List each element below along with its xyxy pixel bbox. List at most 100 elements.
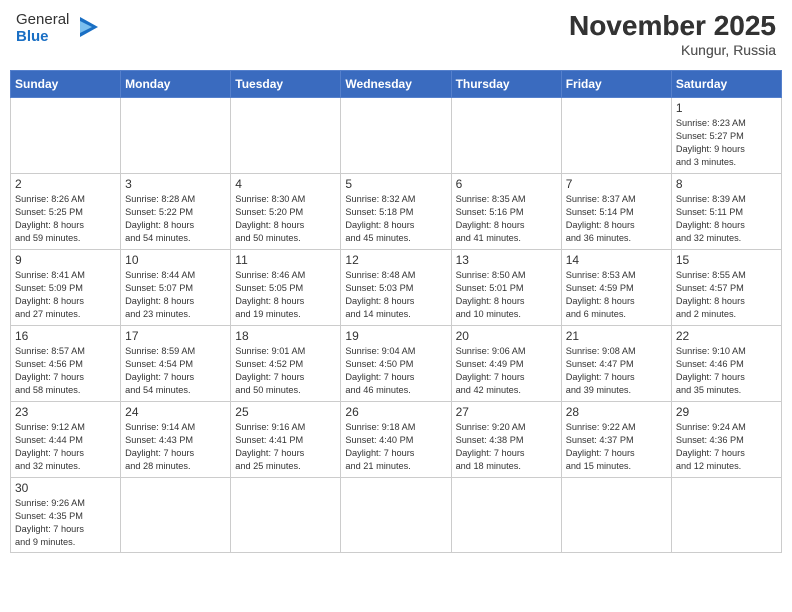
day-number: 1 <box>676 101 777 115</box>
weekday-saturday: Saturday <box>671 71 781 98</box>
calendar-table: Sunday Monday Tuesday Wednesday Thursday… <box>10 70 782 553</box>
day-info: Sunrise: 9:22 AMSunset: 4:37 PMDaylight:… <box>566 421 667 473</box>
weekday-monday: Monday <box>121 71 231 98</box>
table-cell-17: 12Sunrise: 8:48 AMSunset: 5:03 PMDayligh… <box>341 250 451 326</box>
table-cell-15: 10 Sunrise: 8:44 AMSunset: 5:07 PMDayligh… <box>121 250 231 326</box>
day-number: 25 <box>235 405 336 419</box>
table-cell-18: 13 Sunrise: 8:50 AMSunset: 5:01 PMDayligh… <box>451 250 561 326</box>
day-info: Sunrise: 9:10 AMSunset: 4:46 PMDaylight:… <box>676 345 777 397</box>
day-info: Sunrise: 8:32 AMSunset: 5:18 PMDaylight:… <box>345 193 446 245</box>
table-cell-28: 23 Sunrise: 9:12 AMSunset: 4:44 PMDayligh… <box>11 402 121 478</box>
day-info: Sunrise: 9:12 AMSunset: 4:44 PMDaylight:… <box>15 421 116 473</box>
table-cell-23: 18Sunrise: 9:01 AMSunset: 4:52 PMDayligh… <box>231 326 341 402</box>
weekday-tuesday: Tuesday <box>231 71 341 98</box>
table-cell-32: 27Sunrise: 9:20 AMSunset: 4:38 PMDayligh… <box>451 402 561 478</box>
day-info: Sunrise: 8:53 AMSunset: 4:59 PMDaylight:… <box>566 269 667 321</box>
table-cell-41 <box>671 478 781 553</box>
table-cell-4 <box>451 98 561 174</box>
table-cell-3 <box>341 98 451 174</box>
blue-triangle-icon <box>72 13 100 41</box>
weekday-wednesday: Wednesday <box>341 71 451 98</box>
location-visible: Kungur, Russia <box>569 42 776 58</box>
table-cell-10: 5 Sunrise: 8:32 AMSunset: 5:18 PMDaylight… <box>341 174 451 250</box>
day-info: Sunrise: 9:20 AMSunset: 4:38 PMDaylight:… <box>456 421 557 473</box>
day-info: Sunrise: 9:18 AMSunset: 4:40 PMDaylight:… <box>345 421 446 473</box>
table-cell-26: 21 Sunrise: 9:08 AMSunset: 4:47 PMDayligh… <box>561 326 671 402</box>
day-info: Sunrise: 8:37 AMSunset: 5:14 PMDaylight:… <box>566 193 667 245</box>
day-number: 21 <box>566 329 667 343</box>
day-number: 28 <box>566 405 667 419</box>
weekday-sunday: Sunday <box>11 71 121 98</box>
table-cell-21: 16Sunrise: 8:57 AMSunset: 4:56 PMDayligh… <box>11 326 121 402</box>
day-info: Sunrise: 8:50 AMSunset: 5:01 PMDaylight:… <box>456 269 557 321</box>
day-number: 19 <box>345 329 446 343</box>
day-number: 13 <box>456 253 557 267</box>
day-info: Sunrise: 9:24 AMSunset: 4:36 PMDaylight:… <box>676 421 777 473</box>
day-number: 11 <box>235 253 336 267</box>
day-number: 9 <box>15 253 116 267</box>
table-cell-35: 30 Sunrise: 9:26 AMSunset: 4:35 PMDayligh… <box>11 478 121 553</box>
weekday-thursday: Thursday <box>451 71 561 98</box>
day-number: 8 <box>676 177 777 191</box>
day-number: 14 <box>566 253 667 267</box>
day-info: Sunrise: 8:48 AMSunset: 5:03 PMDaylight:… <box>345 269 446 321</box>
table-cell-1 <box>121 98 231 174</box>
day-info: Sunrise: 8:35 AMSunset: 5:16 PMDaylight:… <box>456 193 557 245</box>
table-cell-34: 29 Sunrise: 9:24 AMSunset: 4:36 PMDayligh… <box>671 402 781 478</box>
table-cell-38 <box>341 478 451 553</box>
day-info: Sunrise: 8:23 AMSunset: 5:27 PMDaylight:… <box>676 117 777 169</box>
day-info: Sunrise: 8:39 AMSunset: 5:11 PMDaylight:… <box>676 193 777 245</box>
month-year-visible: November 2025 <box>569 10 776 42</box>
table-cell-20: 15Sunrise: 8:55 AMSunset: 4:57 PMDayligh… <box>671 250 781 326</box>
day-info: Sunrise: 9:14 AMSunset: 4:43 PMDaylight:… <box>125 421 226 473</box>
day-number: 20 <box>456 329 557 343</box>
day-number: 24 <box>125 405 226 419</box>
day-number: 2 <box>15 177 116 191</box>
table-cell-24: 19 Sunrise: 9:04 AMSunset: 4:50 PMDayligh… <box>341 326 451 402</box>
table-cell-37 <box>231 478 341 553</box>
table-cell-27: 22 Sunrise: 9:10 AMSunset: 4:46 PMDayligh… <box>671 326 781 402</box>
day-number: 29 <box>676 405 777 419</box>
title-block-visible: November 2025 Kungur, Russia <box>569 10 776 58</box>
day-number: 4 <box>235 177 336 191</box>
day-info: Sunrise: 8:57 AMSunset: 4:56 PMDaylight:… <box>15 345 116 397</box>
table-cell-25: 20 Sunrise: 9:06 AMSunset: 4:49 PMDayligh… <box>451 326 561 402</box>
day-info: Sunrise: 8:26 AMSunset: 5:25 PMDaylight:… <box>15 193 116 245</box>
table-cell-8: 3 Sunrise: 8:28 AMSunset: 5:22 PMDaylight… <box>121 174 231 250</box>
day-info: Sunrise: 9:01 AMSunset: 4:52 PMDaylight:… <box>235 345 336 397</box>
day-number: 26 <box>345 405 446 419</box>
day-info: Sunrise: 9:26 AMSunset: 4:35 PMDaylight:… <box>15 497 116 549</box>
table-cell-7: 2 Sunrise: 8:26 AMSunset: 5:25 PMDaylight… <box>11 174 121 250</box>
day-number: 22 <box>676 329 777 343</box>
day-info: Sunrise: 9:06 AMSunset: 4:49 PMDaylight:… <box>456 345 557 397</box>
day-number: 10 <box>125 253 226 267</box>
table-cell-12: 7Sunrise: 8:37 AMSunset: 5:14 PMDaylight… <box>561 174 671 250</box>
day-number: 17 <box>125 329 226 343</box>
table-cell-30: 25 Sunrise: 9:16 AMSunset: 4:41 PMDayligh… <box>231 402 341 478</box>
day-info: Sunrise: 9:16 AMSunset: 4:41 PMDaylight:… <box>235 421 336 473</box>
day-info: Sunrise: 8:30 AMSunset: 5:20 PMDaylight:… <box>235 193 336 245</box>
day-info: Sunrise: 9:04 AMSunset: 4:50 PMDaylight:… <box>345 345 446 397</box>
day-number: 23 <box>15 405 116 419</box>
day-number: 6 <box>456 177 557 191</box>
table-cell-14: 9Sunrise: 8:41 AMSunset: 5:09 PMDaylight… <box>11 250 121 326</box>
day-info: Sunrise: 8:46 AMSunset: 5:05 PMDaylight:… <box>235 269 336 321</box>
day-info: Sunrise: 8:28 AMSunset: 5:22 PMDaylight:… <box>125 193 226 245</box>
day-number: 5 <box>345 177 446 191</box>
table-cell-31: 26 Sunrise: 9:18 AMSunset: 4:40 PMDayligh… <box>341 402 451 478</box>
day-number: 3 <box>125 177 226 191</box>
table-cell-16: 11 Sunrise: 8:46 AMSunset: 5:05 PMDayligh… <box>231 250 341 326</box>
table-cell-19: 14 Sunrise: 8:53 AMSunset: 4:59 PMDayligh… <box>561 250 671 326</box>
day-info: Sunrise: 9:08 AMSunset: 4:47 PMDaylight:… <box>566 345 667 397</box>
day-number: 15 <box>676 253 777 267</box>
table-cell-36 <box>121 478 231 553</box>
table-cell-29: 24 Sunrise: 9:14 AMSunset: 4:43 PMDayligh… <box>121 402 231 478</box>
table-cell-0 <box>11 98 121 174</box>
day-info: Sunrise: 8:59 AMSunset: 4:54 PMDaylight:… <box>125 345 226 397</box>
table-cell-2 <box>231 98 341 174</box>
day-info: Sunrise: 8:44 AMSunset: 5:07 PMDaylight:… <box>125 269 226 321</box>
calendar-wrap: Sunday Monday Tuesday Wednesday Thursday… <box>0 70 792 612</box>
calendar-page: General Blue General Blue November 2025 … <box>0 0 792 612</box>
day-number: 30 <box>15 481 116 495</box>
table-cell-22: 17 Sunrise: 8:59 AMSunset: 4:54 PMDayligh… <box>121 326 231 402</box>
